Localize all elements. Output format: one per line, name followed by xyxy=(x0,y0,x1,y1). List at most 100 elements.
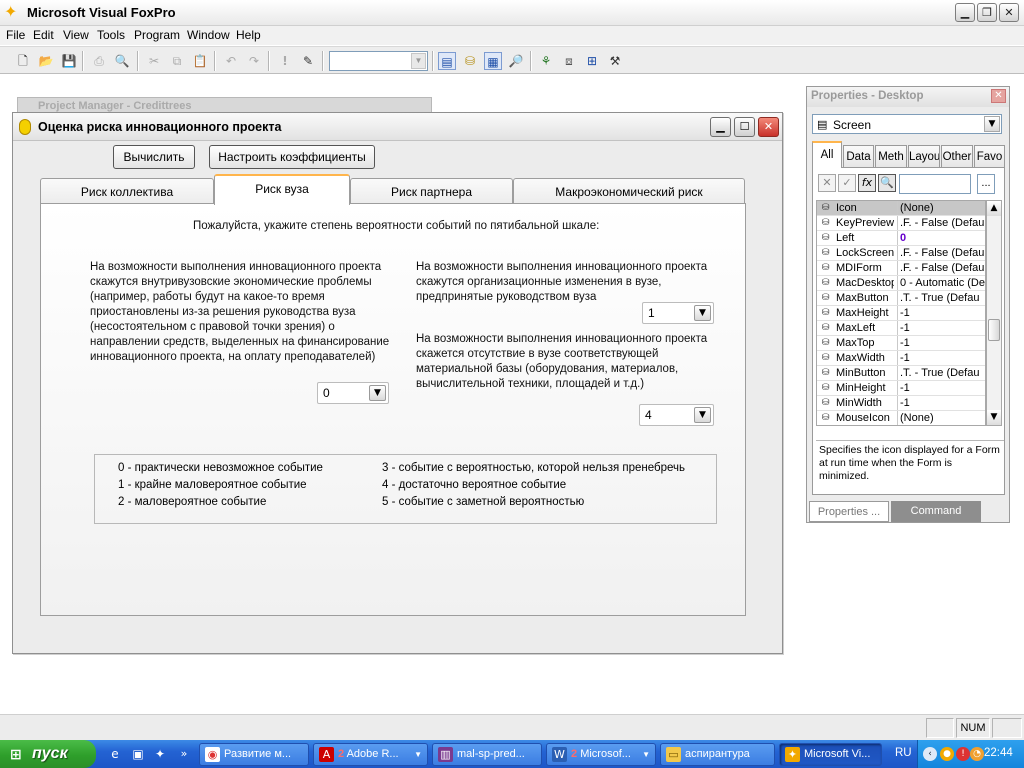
dialog-close-button[interactable]: ✕ xyxy=(758,117,779,137)
menu-edit[interactable]: Edit xyxy=(33,28,54,42)
ptab-favorites[interactable]: Favo xyxy=(974,145,1005,167)
ptab-all[interactable]: All xyxy=(812,141,842,168)
start-button[interactable]: ⊞ пуск xyxy=(0,740,96,768)
property-row[interactable]: ⛁ MaxLeft -1 xyxy=(817,321,985,336)
property-value[interactable]: 0 - Automatic (De xyxy=(897,276,985,290)
tray-network-icon[interactable]: ◔ xyxy=(970,747,984,761)
copy-icon[interactable]: ⧉ xyxy=(168,52,186,70)
undo-icon[interactable]: ↶ xyxy=(222,52,240,70)
zoom-icon[interactable]: 🔍 xyxy=(878,174,896,192)
configure-coefficients-button[interactable]: Настроить коэффициенты xyxy=(209,145,375,169)
task-foxpro[interactable]: ✦ Microsoft Vi... xyxy=(779,743,882,766)
property-value[interactable]: 0 xyxy=(897,231,985,245)
question-3-select[interactable]: 4 ▼ xyxy=(639,404,714,426)
database-combo[interactable]: ▼ xyxy=(329,51,428,71)
tab-university-risk[interactable]: Риск вуза xyxy=(214,174,350,205)
property-value-input[interactable] xyxy=(899,174,971,194)
print-preview-icon[interactable]: 🔍 xyxy=(113,52,131,70)
property-row[interactable]: ⛁ MaxTop -1 xyxy=(817,336,985,351)
menu-tools[interactable]: Tools xyxy=(97,28,125,42)
open-folder-icon[interactable]: 📂 xyxy=(37,52,55,70)
ptab-layout[interactable]: Layou xyxy=(908,145,940,167)
toolbox-icon[interactable]: ⚒ xyxy=(606,52,624,70)
menu-help[interactable]: Help xyxy=(236,28,261,42)
property-row[interactable]: ⛁ MaxWidth -1 xyxy=(817,351,985,366)
property-row[interactable]: ⛁ MDIForm .F. - False (Defau xyxy=(817,261,985,276)
dialog-maximize-button[interactable]: ☐ xyxy=(734,117,755,137)
redo-icon[interactable]: ↷ xyxy=(245,52,263,70)
ie-icon[interactable]: e xyxy=(107,746,123,762)
cut-icon[interactable]: ✂ xyxy=(145,52,163,70)
question-1-select[interactable]: 0 ▼ xyxy=(317,382,389,404)
property-row[interactable]: ⛁ MacDesktop 0 - Automatic (De xyxy=(817,276,985,291)
property-value[interactable]: .T. - True (Defau xyxy=(897,366,985,380)
save-icon[interactable]: 💾 xyxy=(60,52,78,70)
task-word[interactable]: W 2 Microsof... ▼ xyxy=(546,743,656,766)
tab-partner-risk[interactable]: Риск партнера xyxy=(350,178,513,204)
data-session-icon[interactable]: ⛁ xyxy=(461,52,479,70)
close-button[interactable]: ✕ xyxy=(999,3,1019,22)
property-value[interactable]: -1 xyxy=(897,396,985,410)
property-value[interactable]: -1 xyxy=(897,381,985,395)
modify-form-icon[interactable]: ✎ xyxy=(299,52,317,70)
class-browser-icon[interactable]: ⚘ xyxy=(537,52,555,70)
task-adobe-reader[interactable]: A 2 Adobe R... ▼ xyxy=(313,743,428,766)
property-row[interactable]: ⛁ LockScreen .F. - False (Defau xyxy=(817,246,985,261)
property-row[interactable]: ⛁ MinWidth -1 xyxy=(817,396,985,411)
minimize-button[interactable]: ▁ xyxy=(955,3,975,22)
tray-app-icon[interactable]: ● xyxy=(940,747,954,761)
property-row[interactable]: ⛁ Icon (None) xyxy=(817,201,985,216)
dialog-minimize-button[interactable]: ▁ xyxy=(710,117,731,137)
print-icon[interactable]: ⎙ xyxy=(90,52,108,70)
property-row[interactable]: ⛁ MinHeight -1 xyxy=(817,381,985,396)
menu-file[interactable]: File xyxy=(6,28,25,42)
property-row[interactable]: ⛁ MinButton .T. - True (Defau xyxy=(817,366,985,381)
question-2-select[interactable]: 1 ▼ xyxy=(642,302,714,324)
restore-button[interactable]: ❐ xyxy=(977,3,997,22)
quicklaunch-app-icon[interactable]: ✦ xyxy=(152,746,168,762)
properties-bottom-tab[interactable]: Properties ... xyxy=(809,501,889,522)
menu-program[interactable]: Program xyxy=(134,28,180,42)
property-value[interactable]: -1 xyxy=(897,336,985,350)
task-pane-icon[interactable]: ⊞ xyxy=(583,52,601,70)
object-browser-icon[interactable]: ⧈ xyxy=(560,52,578,70)
property-value[interactable]: .F. - False (Defau xyxy=(897,261,985,275)
task-folder[interactable]: ▭ аспирантура xyxy=(660,743,775,766)
function-icon[interactable]: fx xyxy=(858,174,876,192)
menu-view[interactable]: View xyxy=(63,28,89,42)
tray-expand-icon[interactable]: ‹ xyxy=(923,747,937,761)
property-value[interactable]: -1 xyxy=(897,321,985,335)
menu-window[interactable]: Window xyxy=(187,28,230,42)
scroll-down-icon[interactable]: ▼ xyxy=(987,410,1001,425)
code-references-icon[interactable]: 🔎 xyxy=(507,52,525,70)
tab-macroeconomic-risk[interactable]: Макроэкономический риск xyxy=(513,178,745,204)
scroll-up-icon[interactable]: ▲ xyxy=(987,201,1001,216)
property-grid-scrollbar[interactable]: ▲ ▼ xyxy=(986,200,1002,426)
accept-icon[interactable]: ✓ xyxy=(838,174,856,192)
new-file-icon[interactable]: 🗋 xyxy=(14,52,32,70)
command-window-icon[interactable]: ▤ xyxy=(438,52,456,70)
ptab-data[interactable]: Data xyxy=(843,145,874,167)
property-value[interactable]: -1 xyxy=(897,306,985,320)
properties-window-icon[interactable]: ▦ xyxy=(484,52,502,70)
property-value[interactable]: (None) xyxy=(897,411,985,425)
property-row[interactable]: ⛁ MaxHeight -1 xyxy=(817,306,985,321)
property-row[interactable]: ⛁ Left 0 xyxy=(817,231,985,246)
tab-team-risk[interactable]: Риск коллектива xyxy=(40,178,214,204)
property-row[interactable]: ⛁ MouseIcon (None) xyxy=(817,411,985,425)
task-chrome[interactable]: ◉ Развитие м... xyxy=(199,743,309,766)
cancel-icon[interactable]: ✕ xyxy=(818,174,836,192)
property-value[interactable]: .F. - False (Defau xyxy=(897,246,985,260)
show-desktop-icon[interactable]: ▣ xyxy=(130,746,146,762)
property-value[interactable]: (None) xyxy=(897,201,985,215)
language-indicator[interactable]: RU xyxy=(895,747,912,759)
property-value[interactable]: .F. - False (Defau xyxy=(897,216,985,230)
property-value[interactable]: -1 xyxy=(897,351,985,365)
ptab-other[interactable]: Other xyxy=(941,145,973,167)
run-icon[interactable]: ! xyxy=(276,52,294,70)
property-ellipsis-button[interactable]: ... xyxy=(977,174,995,194)
property-row[interactable]: ⛁ KeyPreview .F. - False (Defau xyxy=(817,216,985,231)
properties-close-button[interactable]: ✕ xyxy=(991,89,1006,103)
calculate-button[interactable]: Вычислить xyxy=(113,145,195,169)
object-select[interactable]: ▤ Screen ▼ xyxy=(812,114,1002,134)
